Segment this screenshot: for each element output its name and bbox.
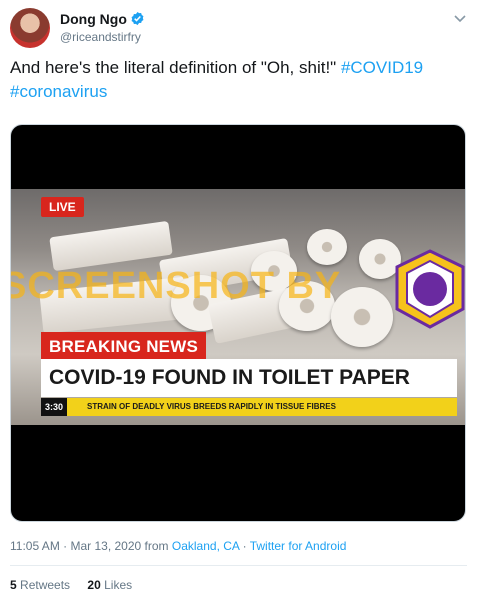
toilet-paper-roll (307, 229, 347, 265)
retweets-label: Retweets (20, 578, 71, 592)
meta-separator: · (59, 539, 71, 553)
live-badge: LIVE (41, 197, 84, 217)
tweet-stats: 5 Retweets 20 Likes (10, 578, 146, 592)
meta-from: from (141, 539, 172, 553)
client-link[interactable]: Twitter for Android (250, 539, 347, 553)
ticker-text: STRAIN OF DEADLY VIRUS BREEDS RAPIDLY IN… (87, 402, 336, 411)
user-handle[interactable]: @riceandstirfry (60, 30, 141, 44)
tweet-header: Dong Ngo @riceandstirfry (10, 8, 470, 50)
avatar[interactable] (10, 8, 50, 48)
likes-label: Likes (104, 578, 133, 592)
meta-separator: · (239, 539, 250, 553)
ticker-time: 3:30 (41, 398, 67, 416)
location-link[interactable]: Oakland, CA (172, 539, 239, 553)
news-headline: COVID-19 FOUND IN TOILET PAPER (41, 359, 457, 397)
likes-stat[interactable]: 20 Likes (87, 578, 132, 592)
display-name-text[interactable]: Dong Ngo (60, 11, 127, 27)
retweets-count: 5 (10, 578, 17, 592)
tweet-text: And here's the literal definition of "Oh… (10, 56, 468, 104)
hashtag-link-coronavirus[interactable]: #coronavirus (10, 82, 107, 101)
news-ticker: 3:30 STRAIN OF DEADLY VIRUS BREEDS RAPID… (41, 398, 457, 416)
breaking-news-label: BREAKING NEWS (41, 332, 206, 362)
news-video-frame: LIVE SCREENSHOT BY BREAKING NEWS COVID-1… (11, 189, 465, 425)
media-image[interactable]: LIVE SCREENSHOT BY BREAKING NEWS COVID-1… (10, 124, 466, 522)
divider (10, 565, 467, 566)
tweet-meta: 11:05 AM · Mar 13, 2020 from Oakland, CA… (10, 539, 346, 553)
display-name[interactable]: Dong Ngo (60, 11, 145, 27)
toilet-paper-roll (49, 220, 173, 272)
tweet-date[interactable]: Mar 13, 2020 (70, 539, 141, 553)
hashtag-link-covid19[interactable]: #COVID19 (341, 58, 423, 77)
screenshot-watermark: SCREENSHOT BY (11, 265, 342, 307)
mafindo-turnbackhoax-stamp-icon (395, 249, 465, 329)
retweets-stat[interactable]: 5 Retweets (10, 578, 70, 592)
tweet-time[interactable]: 11:05 AM (10, 539, 60, 553)
likes-count: 20 (87, 578, 101, 592)
verified-badge-icon (131, 11, 144, 26)
chevron-down-icon[interactable] (452, 10, 468, 26)
tweet-text-body: And here's the literal definition of "Oh… (10, 58, 341, 77)
